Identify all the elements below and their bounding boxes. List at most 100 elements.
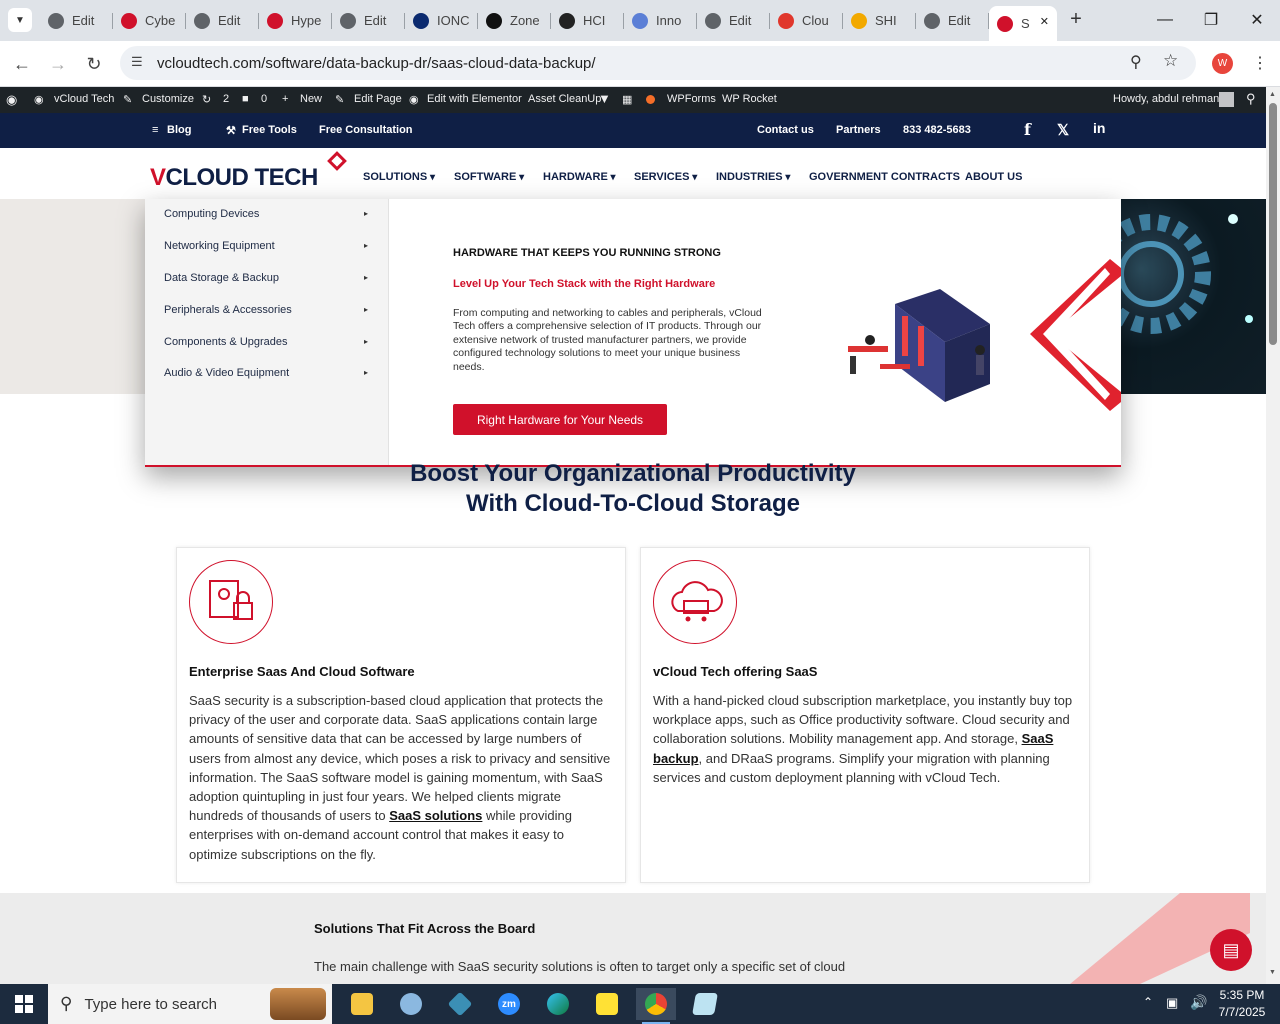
wordpress-logo-icon[interactable]: ◉ xyxy=(6,92,17,108)
chat-widget-button[interactable]: ▤ xyxy=(1210,929,1252,971)
browser-tab[interactable]: IONC xyxy=(405,6,478,35)
taskbar-search-box[interactable]: ⚲ Type here to search xyxy=(48,984,332,1024)
site-info-icon[interactable]: ☰ xyxy=(131,54,143,70)
browser-tab[interactable]: Edit xyxy=(332,6,405,35)
new-tab-button[interactable]: + xyxy=(1064,8,1088,32)
scrollbar-thumb[interactable] xyxy=(1269,103,1277,345)
facebook-icon[interactable]: f xyxy=(1024,120,1031,139)
nav-menu-hardware[interactable]: HARDWARE ▾ xyxy=(543,171,616,183)
taskbar-notepad[interactable] xyxy=(685,988,725,1020)
browser-tab[interactable]: Clou xyxy=(770,6,843,35)
mega-menu-item[interactable]: Audio & Video Equipment xyxy=(164,367,289,379)
taskbar-chrome[interactable] xyxy=(636,988,676,1024)
phone-link[interactable]: 833 482-5683 xyxy=(903,124,971,136)
browser-tab[interactable]: Zone xyxy=(478,6,551,35)
nav-menu-software[interactable]: SOFTWARE ▾ xyxy=(454,171,524,183)
page-scrollbar[interactable]: ▲ ▼ xyxy=(1266,87,1280,984)
browser-tab[interactable]: Cybe xyxy=(113,6,186,35)
wp-rocket-link[interactable]: WP Rocket xyxy=(722,93,777,105)
wp-asset-cleanup-link[interactable]: Asset CleanUp xyxy=(528,93,601,105)
browser-menu-icon[interactable]: ⋮ xyxy=(1252,53,1268,73)
nav-menu-label: ABOUT US xyxy=(965,171,1023,183)
taskbar-file-explorer[interactable] xyxy=(342,988,382,1020)
taskbar-sticky-notes[interactable] xyxy=(587,988,627,1020)
system-clock[interactable]: 5:35 PM 7/7/2025 xyxy=(1214,987,1270,1021)
browser-tab[interactable]: Edit xyxy=(186,6,259,35)
free-consultation-link[interactable]: Free Consultation xyxy=(319,124,413,136)
wordpress-icon xyxy=(194,12,210,29)
nav-menu-industries[interactable]: INDUSTRIES ▾ xyxy=(716,171,790,183)
search-icon[interactable]: ⚲ xyxy=(1246,91,1256,107)
browser-tab[interactable]: Edit xyxy=(697,6,770,35)
nav-menu-services[interactable]: SERVICES ▾ xyxy=(634,171,697,183)
scroll-down-arrow-icon[interactable]: ▼ xyxy=(1269,969,1276,976)
start-button[interactable] xyxy=(0,984,48,1024)
contact-us-link[interactable]: Contact us xyxy=(757,124,814,136)
profile-avatar[interactable]: W xyxy=(1212,53,1233,74)
tab-title: Edit xyxy=(729,13,752,28)
linkedin-icon[interactable]: in xyxy=(1093,120,1105,136)
mega-menu-item[interactable]: Peripherals & Accessories xyxy=(164,304,292,316)
blog-link[interactable]: Blog xyxy=(167,124,191,136)
nav-menu-about-us[interactable]: ABOUT US xyxy=(965,171,1022,183)
nav-menu-government-contracts[interactable]: GOVERNMENT CONTRACTS xyxy=(809,171,960,183)
nav-menu-solutions[interactable]: SOLUTIONS ▾ xyxy=(363,171,435,183)
right-hardware-button[interactable]: Right Hardware for Your Needs xyxy=(453,404,667,435)
taskbar-edge[interactable] xyxy=(538,988,578,1020)
close-tab-icon[interactable]: ✕ xyxy=(1040,15,1049,28)
inno-icon xyxy=(632,12,648,29)
restore-button[interactable]: ❐ xyxy=(1188,0,1234,40)
address-bar[interactable]: ☰ vcloudtech.com/software/data-backup-dr… xyxy=(120,46,1196,80)
tray-chevron-up-icon[interactable]: ⌃ xyxy=(1143,995,1153,1009)
close-window-button[interactable]: ✕ xyxy=(1234,0,1280,40)
windows-logo-icon xyxy=(15,995,33,1013)
wp-site-link[interactable]: vCloud Tech xyxy=(54,93,114,105)
wp-comments-count[interactable]: 0 xyxy=(261,93,267,105)
card-enterprise-saas: Enterprise Saas And Cloud Software SaaS … xyxy=(176,547,626,883)
wp-edit-page-link[interactable]: Edit Page xyxy=(354,93,402,105)
mega-menu-item[interactable]: Components & Upgrades xyxy=(164,336,288,348)
wp-new-link[interactable]: New xyxy=(300,93,322,105)
nav-menu-label: HARDWARE xyxy=(543,171,608,183)
taskbar-app-gem[interactable] xyxy=(440,988,480,1020)
partners-link[interactable]: Partners xyxy=(836,124,881,136)
taskbar-paint[interactable] xyxy=(391,988,431,1020)
url-text[interactable]: vcloudtech.com/software/data-backup-dr/s… xyxy=(157,55,596,72)
mega-menu-subtitle: Level Up Your Tech Stack with the Right … xyxy=(453,278,716,290)
free-tools-link[interactable]: Free Tools xyxy=(242,124,297,136)
mega-menu-item[interactable]: Computing Devices xyxy=(164,208,259,220)
browser-tab[interactable]: Hype xyxy=(259,6,332,35)
vcloud-tech-logo[interactable]: VCLOUD TECH xyxy=(150,151,347,192)
tab-search-button[interactable]: ▼ xyxy=(8,8,32,32)
volume-icon[interactable]: 🔊 xyxy=(1190,994,1207,1011)
browser-tab[interactable]: SHI xyxy=(843,6,916,35)
network-icon[interactable]: ▣ xyxy=(1166,995,1178,1011)
zoom-icon[interactable]: ⚲ xyxy=(1130,52,1142,72)
browser-tab[interactable]: Edit xyxy=(916,6,989,35)
x-twitter-icon[interactable]: 𝕏 xyxy=(1057,121,1069,139)
wp-howdy-user[interactable]: Howdy, abdul rehman xyxy=(1113,93,1219,105)
wp-wpforms-link[interactable]: WPForms xyxy=(667,93,716,105)
minimize-button[interactable]: — xyxy=(1142,0,1188,40)
seo-status-icon[interactable] xyxy=(646,95,655,104)
browser-tab[interactable]: HCI xyxy=(551,6,624,35)
taskbar-zoom[interactable]: zm xyxy=(489,988,529,1020)
wp-customize-link[interactable]: Customize xyxy=(142,93,194,105)
saas-solutions-link[interactable]: SaaS solutions xyxy=(389,808,482,823)
scroll-up-arrow-icon[interactable]: ▲ xyxy=(1269,91,1276,98)
wp-elementor-link[interactable]: Edit with Elementor xyxy=(427,93,522,105)
back-button[interactable]: ← xyxy=(7,49,37,79)
caret-right-icon: ▸ xyxy=(364,209,369,218)
browser-tab[interactable]: Edit xyxy=(40,6,113,35)
reload-button[interactable]: ↻ xyxy=(79,49,109,79)
browser-tab[interactable]: S ✕ xyxy=(989,6,1057,41)
z-icon xyxy=(486,12,502,29)
mega-menu-item[interactable]: Data Storage & Backup xyxy=(164,272,279,284)
forward-button[interactable]: → xyxy=(43,49,73,79)
bookmark-star-icon[interactable]: ☆ xyxy=(1163,51,1178,71)
mega-menu-item[interactable]: Networking Equipment xyxy=(164,240,275,252)
user-avatar[interactable] xyxy=(1219,92,1234,107)
site-header: VCLOUD TECH SOLUTIONS ▾ SOFTWARE ▾ HARDWAR… xyxy=(0,148,1266,199)
wp-updates-count[interactable]: 2 xyxy=(223,93,229,105)
browser-tab[interactable]: Inno xyxy=(624,6,697,35)
